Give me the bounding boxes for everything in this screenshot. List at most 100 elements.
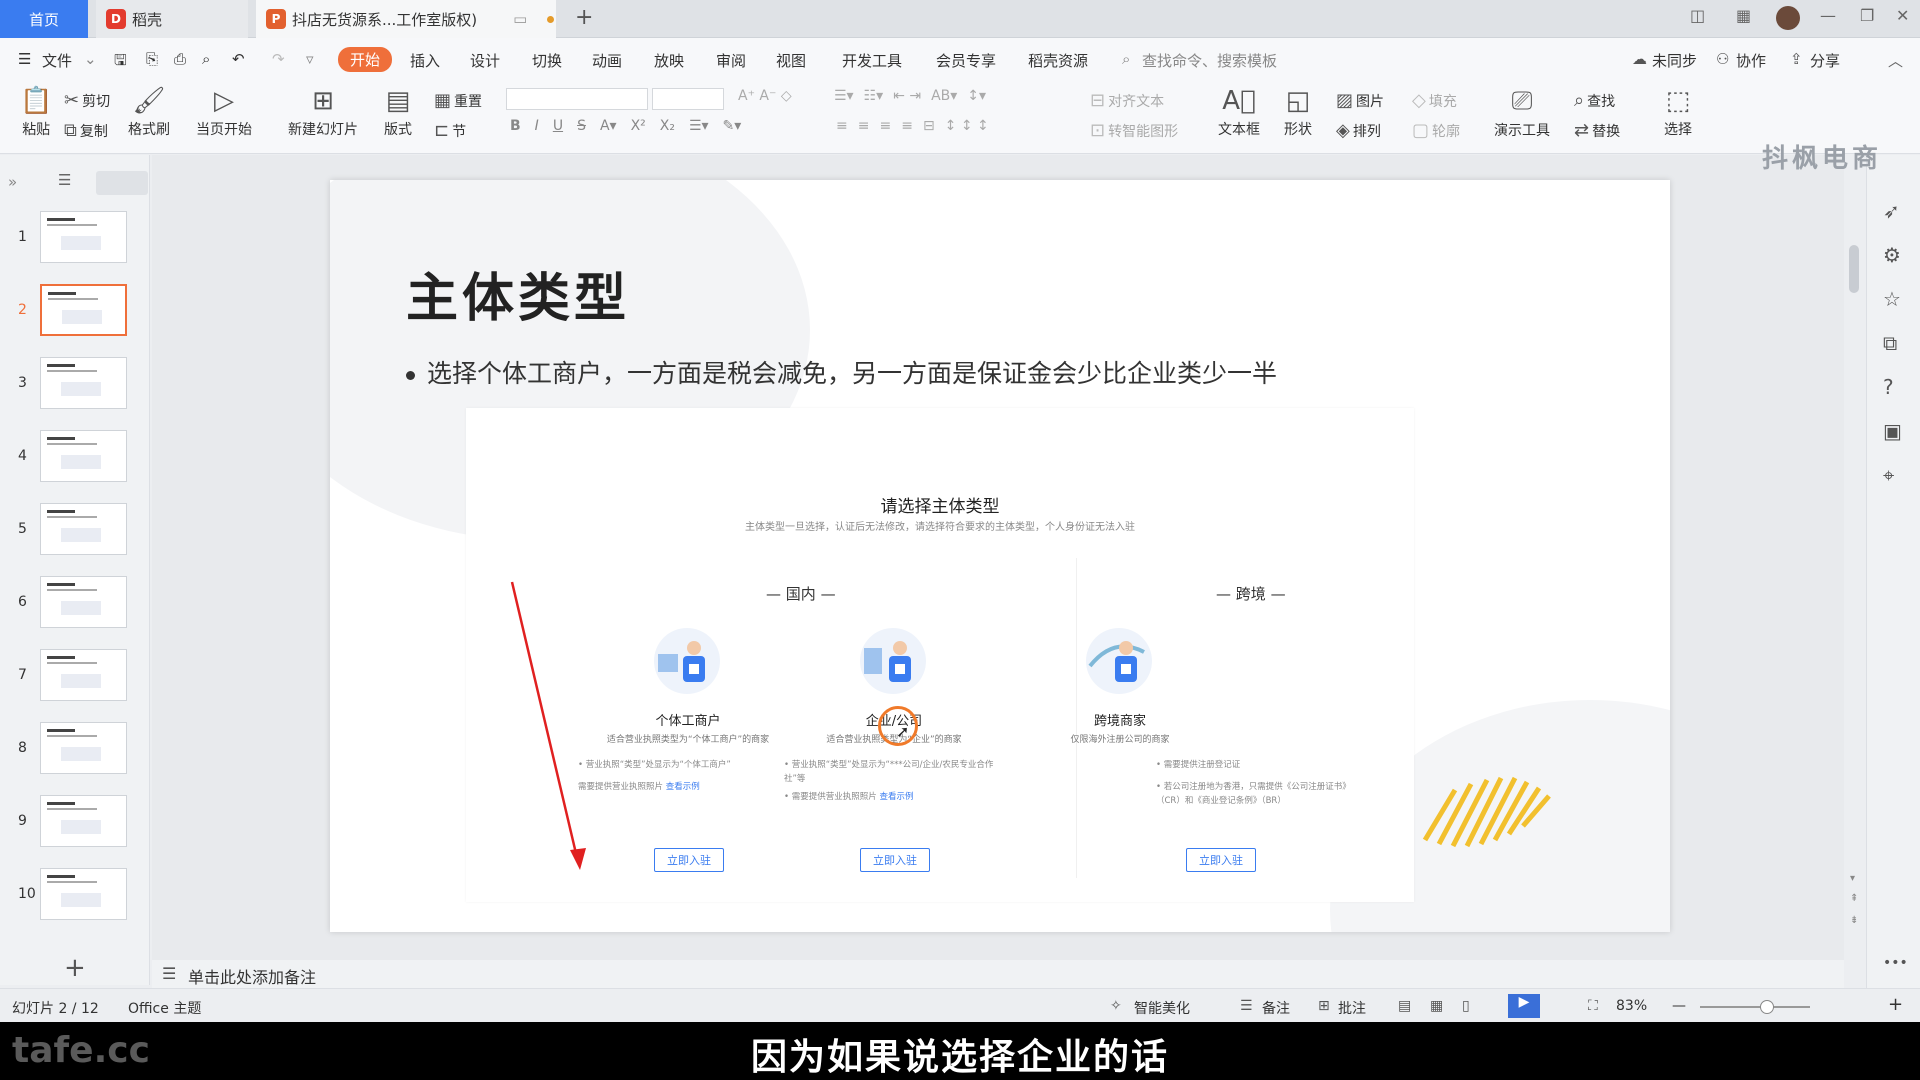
join-crossborder-button[interactable]: 立即入驻 <box>1186 848 1256 872</box>
slide-thumbnail-row[interactable]: 8 <box>0 722 140 780</box>
notes-area[interactable]: ☰ 单击此处添加备注 <box>152 960 1844 988</box>
slide[interactable]: 主体类型 选择个体工商户，一方面是税会减免，另一方面是保证金会少比企业类少一半 … <box>330 180 1670 932</box>
help-icon[interactable]: ? <box>1883 375 1894 399</box>
layout-icon[interactable]: ◫ <box>1690 6 1705 25</box>
play-slideshow-icon[interactable]: ▶ <box>1508 994 1540 1018</box>
thumbnail-view-button[interactable] <box>96 171 148 195</box>
bold-button[interactable]: B <box>510 118 521 134</box>
slide-thumbnail[interactable] <box>40 211 127 263</box>
undo-icon[interactable]: ↶ <box>232 50 245 68</box>
print-icon[interactable]: ⎙ <box>174 50 186 68</box>
collapse-ribbon-icon[interactable]: ︿ <box>1888 50 1903 71</box>
slide-title[interactable]: 主体类型 <box>406 256 630 331</box>
grid-icon[interactable]: ▦ <box>1736 6 1751 25</box>
menu-animation[interactable]: 动画 <box>592 50 622 71</box>
slide-thumbnail[interactable] <box>40 576 127 628</box>
new-slide-button[interactable]: ⊞ 新建幻灯片 <box>288 86 358 139</box>
underline-button[interactable]: U <box>553 118 563 134</box>
slide-bullet[interactable]: 选择个体工商户，一方面是税会减免，另一方面是保证金会少比企业类少一半 <box>406 354 1277 390</box>
sorter-view-icon[interactable]: ▦ <box>1430 998 1443 1014</box>
tab-home[interactable]: 首页 <box>0 0 88 38</box>
menu-slideshow[interactable]: 放映 <box>654 50 684 71</box>
menu-insert[interactable]: 插入 <box>410 50 440 71</box>
more-icon[interactable]: ••• <box>1883 955 1908 971</box>
star-icon[interactable]: ☆ <box>1883 287 1901 311</box>
smart-art-button[interactable]: ⊡ 转智能图形 <box>1090 120 1178 141</box>
copy-button[interactable]: ⧉ 复制 <box>64 120 108 141</box>
textbox-button[interactable]: A⃞ 文本框 <box>1218 86 1260 139</box>
numbering-icon[interactable]: ☷▾ <box>864 88 884 104</box>
outline-view-icon[interactable]: ☰ <box>58 171 71 189</box>
font-size-select[interactable] <box>652 88 724 110</box>
zoom-slider-thumb[interactable] <box>1760 1000 1774 1014</box>
arrange-button[interactable]: ◈ 排列 <box>1336 120 1381 141</box>
scroll-thumb[interactable] <box>1849 245 1859 293</box>
bullets-icon[interactable]: ☰▾ <box>834 88 854 104</box>
slide-thumbnail-row[interactable]: 4 <box>0 430 140 488</box>
avatar[interactable] <box>1776 6 1800 30</box>
new-tab-icon[interactable]: + <box>575 5 593 30</box>
menu-view[interactable]: 视图 <box>776 50 806 71</box>
tab-document[interactable]: P 抖店无货源系...工作室版权) ▭ <box>256 0 556 38</box>
redo-icon[interactable]: ↷ <box>272 50 285 68</box>
preview-icon[interactable]: ⌕ <box>202 50 210 68</box>
reset-button[interactable]: ▦ 重置 <box>434 90 482 111</box>
select-button[interactable]: ⬚ 选择 <box>1664 86 1692 139</box>
menu-file[interactable]: 文件 <box>42 50 72 71</box>
join-individual-button[interactable]: 立即入驻 <box>654 848 724 872</box>
reading-view-icon[interactable]: ▯ <box>1462 998 1470 1014</box>
align-text-button[interactable]: ⊟ 对齐文本 <box>1090 90 1164 111</box>
menu-review[interactable]: 审阅 <box>716 50 746 71</box>
tab-daoke[interactable]: D 稻壳 <box>96 0 248 38</box>
join-enterprise-button[interactable]: 立即入驻 <box>860 848 930 872</box>
hamburger-icon[interactable]: ☰ <box>18 50 31 68</box>
slide-thumbnail-row[interactable]: 2 <box>0 284 140 342</box>
slide-thumbnail-row[interactable]: 6 <box>0 576 140 634</box>
superscript-icon[interactable]: X² <box>631 118 646 134</box>
menu-developer[interactable]: 开发工具 <box>842 50 902 71</box>
export-icon[interactable]: ⎘ <box>146 50 158 68</box>
font-color-icon[interactable]: A▾ <box>600 118 617 134</box>
cut-button[interactable]: ✂ 剪切 <box>64 90 110 111</box>
slide-thumbnail[interactable] <box>40 503 127 555</box>
rocket-icon[interactable]: ➶ <box>1883 199 1900 223</box>
view-example-link[interactable]: 查看示例 <box>879 792 913 802</box>
paste-button[interactable]: 📋 粘贴 <box>20 86 52 139</box>
line-spacing-icon[interactable]: ↕▾ <box>967 88 986 104</box>
justify-icon[interactable]: ≡ <box>901 118 913 134</box>
italic-button[interactable]: I <box>535 118 539 134</box>
notes-toggle-button[interactable]: 备注 <box>1262 998 1290 1018</box>
replace-button[interactable]: ⇄ 替换 <box>1574 120 1620 141</box>
vertical-scrollbar[interactable]: ▾ ⇞ ⇟ <box>1844 155 1866 960</box>
chevron-down-icon[interactable]: ⌄ <box>84 50 97 68</box>
highlight-icon[interactable]: ✎▾ <box>723 118 742 134</box>
slide-thumbnail[interactable] <box>40 868 127 920</box>
font-grow-icon[interactable]: A⁺ A⁻ ◇ <box>738 88 792 104</box>
normal-view-icon[interactable]: ▤ <box>1398 998 1411 1014</box>
from-current-button[interactable]: ▷ 当页开始 <box>196 86 252 139</box>
zoom-slider[interactable] <box>1700 1006 1810 1008</box>
location-icon[interactable]: ⌖ <box>1883 463 1894 487</box>
slide-thumbnail[interactable] <box>40 795 127 847</box>
add-slide-icon[interactable]: + <box>64 953 86 983</box>
zoom-out-icon[interactable]: — <box>1672 998 1686 1014</box>
menu-transition[interactable]: 切换 <box>532 50 562 71</box>
view-example-link[interactable]: 查看示例 <box>666 782 700 792</box>
prev-slide-icon[interactable]: ⇞ <box>1850 893 1858 904</box>
monitor-icon[interactable]: ▭ <box>513 10 527 28</box>
menu-member[interactable]: 会员专享 <box>936 50 996 71</box>
scroll-down-icon[interactable]: ▾ <box>1850 873 1855 884</box>
text-direction-icon[interactable]: AB▾ <box>931 88 957 104</box>
slide-thumbnail[interactable] <box>40 284 127 336</box>
slide-thumbnail-row[interactable]: 5 <box>0 503 140 561</box>
restore-icon[interactable]: ❐ <box>1860 6 1874 25</box>
indent-icon[interactable]: ⇤ ⇥ <box>893 88 921 104</box>
distribute-icon[interactable]: ⊟ <box>923 118 935 134</box>
smart-beautify-button[interactable]: 智能美化 <box>1134 998 1190 1018</box>
char-spacing-icon[interactable]: ☰▾ <box>689 118 709 134</box>
slide-thumbnail[interactable] <box>40 649 127 701</box>
slide-thumbnail-row[interactable]: 7 <box>0 649 140 707</box>
picture-button[interactable]: ▨ 图片 <box>1336 90 1384 111</box>
share-button[interactable]: 分享 <box>1810 50 1840 71</box>
menu-start[interactable]: 开始 <box>338 47 393 72</box>
